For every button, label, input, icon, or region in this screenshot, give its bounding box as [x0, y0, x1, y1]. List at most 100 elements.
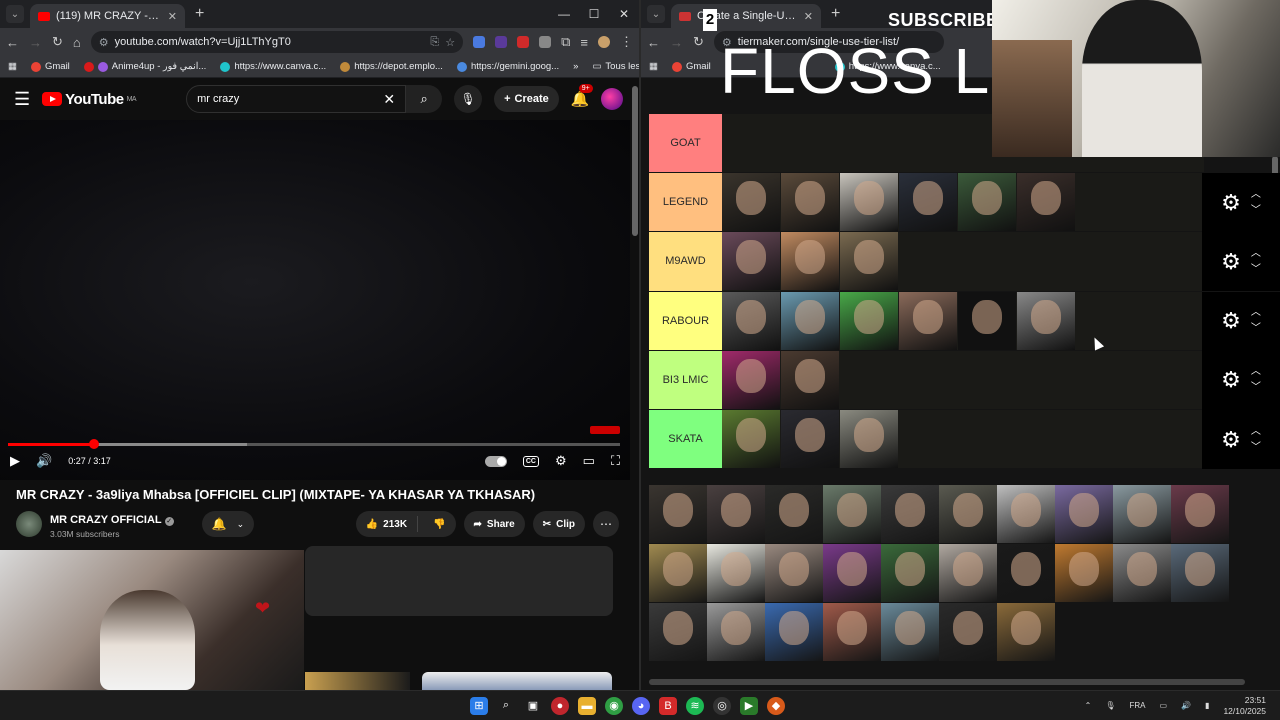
- avatar[interactable]: [601, 88, 624, 110]
- tier-item-image[interactable]: [840, 409, 898, 468]
- tab-search-button[interactable]: ⌄: [6, 5, 24, 23]
- bookmark-gemini[interactable]: https://gemini.goog...: [456, 61, 559, 72]
- pool-item-image[interactable]: [881, 603, 939, 661]
- tier-settings-gear-icon[interactable]: ⚙: [1221, 308, 1241, 334]
- extension-icon[interactable]: [495, 36, 508, 48]
- chevron-up-icon[interactable]: ︿: [1251, 246, 1261, 262]
- tier-settings-gear-icon[interactable]: ⚙: [1221, 249, 1241, 275]
- back-icon[interactable]: ←: [647, 35, 660, 50]
- tier-item-image[interactable]: [781, 291, 839, 350]
- tier-item-image[interactable]: [840, 232, 898, 291]
- install-icon[interactable]: ⎘: [430, 36, 439, 49]
- pool-item-image[interactable]: [823, 544, 881, 602]
- app-icon[interactable]: B: [659, 696, 677, 715]
- pool-item-image[interactable]: [881, 485, 939, 543]
- new-tab-icon[interactable]: +: [195, 5, 204, 23]
- tier-label[interactable]: RABOUR: [649, 291, 722, 350]
- tier-item-image[interactable]: [840, 173, 898, 232]
- tier-items[interactable]: [722, 173, 1204, 232]
- scrubber-handle[interactable]: [88, 439, 99, 449]
- pool-item-image[interactable]: [1055, 485, 1113, 543]
- tier-item-image[interactable]: [781, 232, 839, 291]
- site-info-icon[interactable]: ⚙: [99, 36, 109, 49]
- subscribed-button[interactable]: 🔔 ⌄: [201, 511, 255, 537]
- chevron-down-icon[interactable]: ﹀: [1251, 262, 1261, 278]
- pool-item-image[interactable]: [1171, 544, 1229, 602]
- pool-item-image[interactable]: [707, 603, 765, 661]
- bookmark-gmail[interactable]: Gmail: [671, 61, 711, 72]
- search-icon[interactable]: ⌕: [497, 697, 515, 715]
- maximize-icon[interactable]: ☐: [579, 0, 609, 28]
- pool-item-image[interactable]: [649, 485, 707, 543]
- app-icon[interactable]: ●: [551, 696, 569, 715]
- more-bookmarks-icon[interactable]: »: [573, 61, 578, 72]
- pool-item-image[interactable]: [1113, 485, 1171, 543]
- pool-item-image[interactable]: [649, 544, 707, 602]
- chevron-up-icon[interactable]: ︿: [1251, 364, 1261, 380]
- tier-item-image[interactable]: [781, 350, 839, 409]
- tab-close-icon[interactable]: ✕: [804, 10, 813, 23]
- search-button[interactable]: ⌕: [406, 85, 443, 113]
- tab-youtube[interactable]: (119) MR CRAZY - 3a9liya Mhabsa ✕: [30, 4, 185, 28]
- extensions-puzzle-icon[interactable]: ⧉: [561, 34, 570, 50]
- tier-items[interactable]: [722, 232, 1204, 291]
- extension-icon[interactable]: [517, 36, 530, 48]
- pool-item-image[interactable]: [707, 485, 765, 543]
- pool-item-image[interactable]: [997, 485, 1055, 543]
- back-icon[interactable]: ←: [6, 35, 19, 50]
- tab-search-button[interactable]: ⌄: [647, 5, 665, 23]
- pool-item-image[interactable]: [1113, 544, 1171, 602]
- tier-settings-gear-icon[interactable]: ⚙: [1221, 190, 1241, 216]
- url-field[interactable]: ⚙ youtube.com/watch?v=Ujj1LThYgT0 ⎘ ☆: [90, 31, 464, 53]
- close-window-icon[interactable]: ✕: [609, 0, 639, 28]
- pool-item-image[interactable]: [939, 485, 997, 543]
- tier-item-image[interactable]: [840, 291, 898, 350]
- tier-item-image[interactable]: [1017, 291, 1075, 350]
- dislike-button[interactable]: 👎: [423, 519, 455, 530]
- voice-search-button[interactable]: 🎙: [454, 85, 483, 113]
- menu-dots-icon[interactable]: ⋮: [620, 34, 633, 50]
- tier-label[interactable]: BI3 LMIC: [649, 350, 722, 409]
- pool-item-image[interactable]: [823, 603, 881, 661]
- recommended-thumbnail[interactable]: [305, 672, 410, 690]
- pool-item-image[interactable]: [881, 544, 939, 602]
- search-input[interactable]: mr crazy ✕: [186, 85, 407, 113]
- tier-item-image[interactable]: [899, 291, 957, 350]
- bookmark-canva[interactable]: https://www.canva.c...: [220, 61, 326, 72]
- volume-icon[interactable]: 🔊: [1181, 701, 1191, 710]
- tier-items[interactable]: [722, 409, 1204, 468]
- network-icon[interactable]: ▭: [1160, 701, 1168, 710]
- apps-grid-icon[interactable]: ▦: [649, 61, 658, 72]
- clip-button[interactable]: ✂ Clip: [532, 511, 585, 537]
- tier-item-image[interactable]: [958, 291, 1016, 350]
- description-box[interactable]: [305, 546, 613, 616]
- pool-item-image[interactable]: [765, 603, 823, 661]
- tier-item-image[interactable]: [1017, 173, 1075, 232]
- clear-search-icon[interactable]: ✕: [383, 91, 395, 108]
- youtube-logo[interactable]: YouTube MA: [42, 91, 137, 108]
- tier-item-image[interactable]: [722, 350, 780, 409]
- tier-label[interactable]: LEGEND: [649, 173, 722, 232]
- recommended-thumbnail[interactable]: [422, 672, 612, 690]
- app-icon[interactable]: ◆: [767, 696, 785, 715]
- language-indicator[interactable]: FRA: [1130, 701, 1146, 710]
- minimize-icon[interactable]: —: [549, 0, 579, 28]
- spotify-icon[interactable]: ≋: [686, 696, 704, 715]
- obs-icon[interactable]: ◎: [713, 696, 731, 715]
- like-button[interactable]: 👍 213K: [356, 516, 419, 532]
- tier-item-image[interactable]: [899, 173, 957, 232]
- more-actions-button[interactable]: ⋯: [593, 511, 619, 537]
- autoplay-toggle[interactable]: [484, 455, 507, 467]
- terminal-icon[interactable]: ▶: [740, 696, 758, 715]
- tier-item-image[interactable]: [722, 173, 780, 232]
- captions-icon[interactable]: CC: [522, 455, 539, 467]
- hamburger-menu-icon[interactable]: ☰: [14, 89, 30, 110]
- pool-item-image[interactable]: [765, 544, 823, 602]
- home-icon[interactable]: ⌂: [73, 35, 81, 50]
- extension-icon[interactable]: [539, 36, 552, 48]
- tier-item-image[interactable]: [722, 232, 780, 291]
- chevron-down-icon[interactable]: ﹀: [1251, 380, 1261, 396]
- chevron-down-icon[interactable]: ﹀: [1251, 321, 1261, 337]
- pool-item-image[interactable]: [823, 485, 881, 543]
- pool-item-image[interactable]: [997, 603, 1055, 661]
